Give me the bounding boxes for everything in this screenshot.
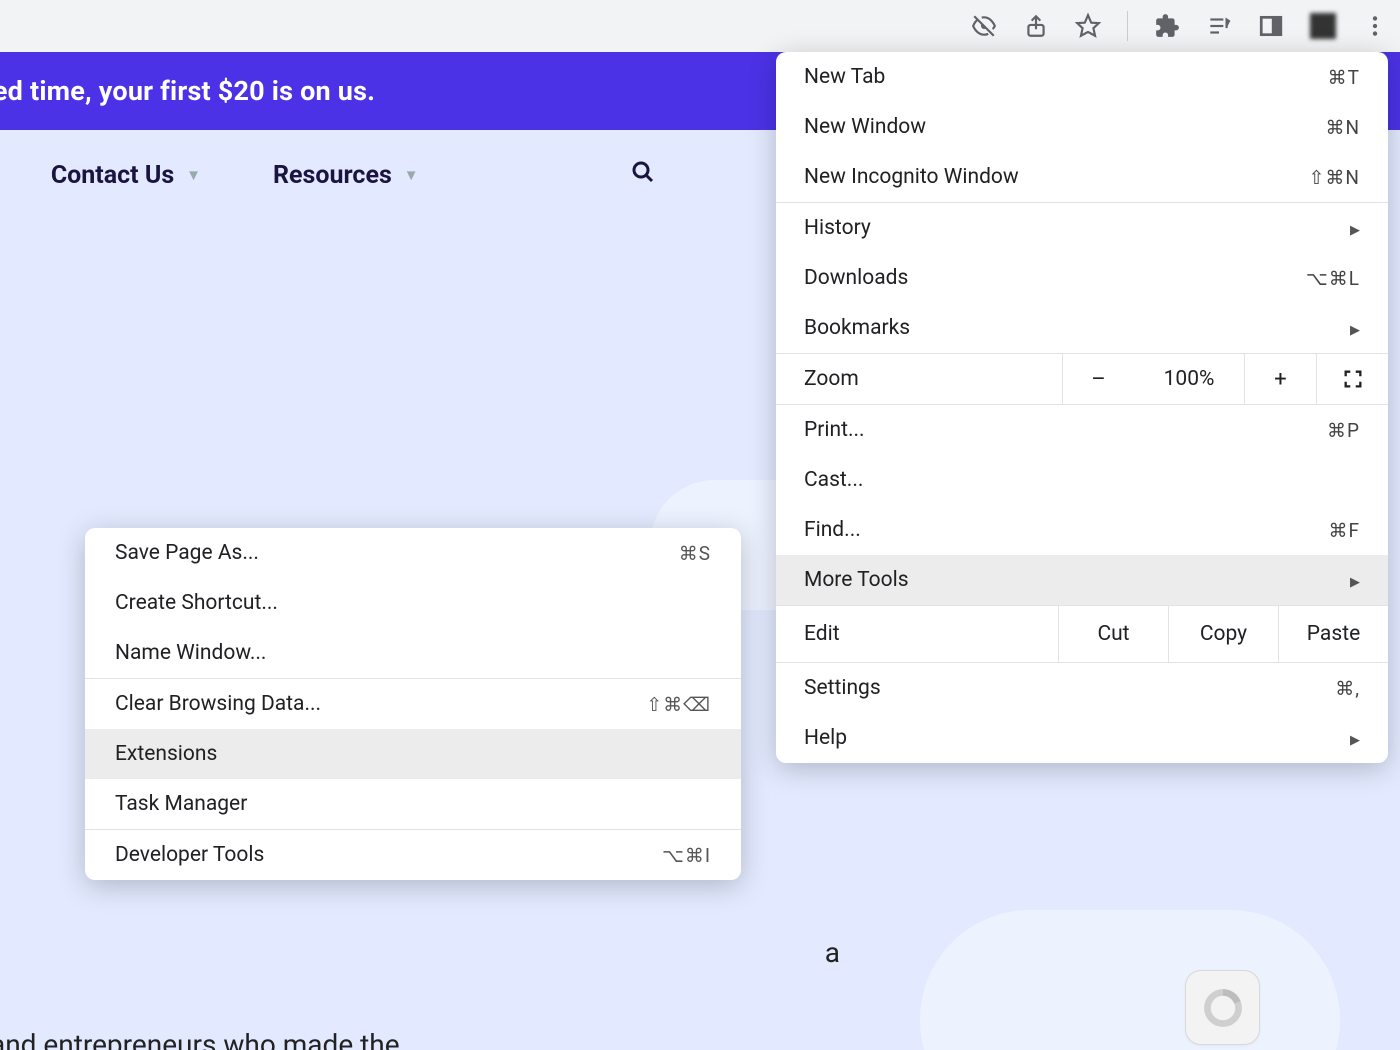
shortcut: ⇧⌘⌫: [646, 693, 711, 716]
chevron-down-icon: ▼: [186, 166, 201, 184]
decorative-cloud: [920, 910, 1340, 1050]
star-icon[interactable]: [1075, 13, 1101, 39]
chevron-down-icon: ▼: [404, 166, 419, 184]
zoom-value: 100%: [1134, 367, 1244, 391]
shortcut: ⌘S: [679, 542, 711, 565]
eye-off-icon[interactable]: [971, 13, 997, 39]
shortcut: ⌘T: [1328, 66, 1360, 89]
shortcut: ⌥⌘L: [1306, 267, 1360, 290]
shortcut: ⌘,: [1335, 677, 1360, 700]
edit-copy-button[interactable]: Copy: [1168, 606, 1278, 662]
submenu-arrow-icon: [1350, 726, 1360, 750]
menu-print[interactable]: Print...⌘P: [776, 405, 1388, 455]
menu-find[interactable]: Find...⌘F: [776, 505, 1388, 555]
submenu-arrow-icon: [1350, 216, 1360, 240]
search-icon[interactable]: [631, 160, 655, 190]
promo-text: n App Hosting. For a limited time, your …: [0, 75, 375, 107]
shortcut: ⌘F: [1328, 519, 1360, 542]
submenu-developer-tools[interactable]: Developer Tools⌥⌘I: [85, 830, 741, 880]
submenu-name-window[interactable]: Name Window...: [85, 628, 741, 678]
menu-settings[interactable]: Settings⌘,: [776, 663, 1388, 713]
submenu-clear-browsing-data[interactable]: Clear Browsing Data...⇧⌘⌫: [85, 679, 741, 729]
menu-new-window[interactable]: New Window⌘N: [776, 102, 1388, 152]
submenu-save-page-as[interactable]: Save Page As...⌘S: [85, 528, 741, 578]
chrome-overflow-menu: New Tab⌘T New Window⌘N New Incognito Win…: [776, 52, 1388, 763]
menu-history[interactable]: History: [776, 203, 1388, 253]
submenu-arrow-icon: [1350, 316, 1360, 340]
share-icon[interactable]: [1023, 13, 1049, 39]
profile-avatar[interactable]: [1310, 13, 1336, 39]
menu-edit-row: Edit Cut Copy Paste: [776, 605, 1388, 663]
nav-item-resources[interactable]: Resources▼: [273, 161, 419, 190]
side-panel-icon[interactable]: [1258, 13, 1284, 39]
menu-downloads[interactable]: Downloads⌥⌘L: [776, 253, 1388, 303]
hero-body: e, online a rastruc 55,000+ developers a…: [0, 930, 840, 1050]
submenu-create-shortcut[interactable]: Create Shortcut...: [85, 578, 741, 628]
shortcut: ⇧⌘N: [1309, 166, 1360, 189]
submenu-extensions[interactable]: Extensions: [85, 729, 741, 779]
menu-help[interactable]: Help: [776, 713, 1388, 763]
media-control-icon[interactable]: [1206, 13, 1232, 39]
menu-cast[interactable]: Cast...: [776, 455, 1388, 505]
nav-item-contact[interactable]: Contact Us▼: [51, 161, 201, 190]
browser-toolbar: [0, 0, 1400, 52]
fullscreen-button[interactable]: [1316, 354, 1388, 404]
shortcut: ⌘N: [1325, 116, 1360, 139]
zoom-in-button[interactable]: +: [1244, 354, 1316, 404]
more-icon[interactable]: [1362, 13, 1388, 39]
extensions-icon[interactable]: [1154, 13, 1180, 39]
shortcut: ⌘P: [1327, 419, 1360, 442]
progress-widget[interactable]: [1185, 970, 1260, 1045]
toolbar-divider: [1127, 11, 1128, 41]
menu-incognito[interactable]: New Incognito Window⇧⌘N: [776, 152, 1388, 202]
shortcut: ⌥⌘I: [662, 844, 711, 867]
menu-bookmarks[interactable]: Bookmarks: [776, 303, 1388, 353]
menu-more-tools[interactable]: More Tools: [776, 555, 1388, 605]
more-tools-submenu: Save Page As...⌘S Create Shortcut... Nam…: [85, 528, 741, 880]
edit-paste-button[interactable]: Paste: [1278, 606, 1388, 662]
menu-zoom: Zoom – 100% +: [776, 353, 1388, 405]
menu-new-tab[interactable]: New Tab⌘T: [776, 52, 1388, 102]
zoom-out-button[interactable]: –: [1062, 354, 1134, 404]
submenu-task-manager[interactable]: Task Manager: [85, 779, 741, 829]
submenu-arrow-icon: [1350, 568, 1360, 592]
edit-cut-button[interactable]: Cut: [1058, 606, 1168, 662]
